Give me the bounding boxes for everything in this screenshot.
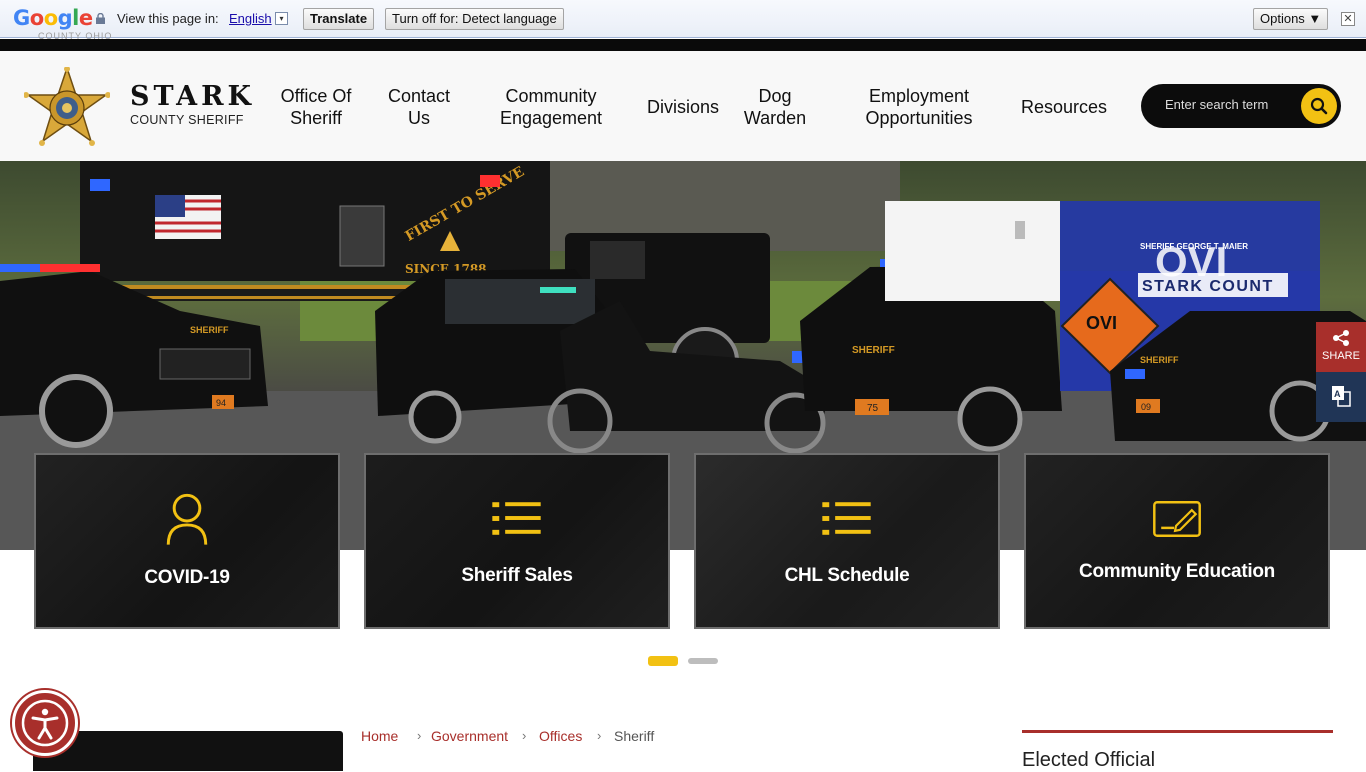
translate-side-button[interactable]: A (1316, 372, 1366, 422)
search-input[interactable] (1165, 97, 1295, 112)
brand-subtitle[interactable]: COUNTY SHERIFF (130, 113, 244, 127)
nav-office-of-sheriff[interactable]: Office Of Sheriff (270, 85, 362, 129)
nav-employment-opportunities[interactable]: Employment Opportunities (852, 85, 986, 129)
accessibility-icon (21, 699, 69, 747)
elected-official-heading: Elected Official (1022, 749, 1156, 771)
view-page-label: View this page in: (117, 11, 219, 26)
elected-divider (1022, 730, 1333, 733)
card-label: COVID-19 (144, 567, 230, 588)
nav-label: Resources (1020, 97, 1108, 117)
breadcrumb-separator: › (597, 728, 602, 743)
quicklink-sheriff-sales[interactable]: Sheriff Sales (364, 453, 670, 629)
nav-label: Contact (387, 86, 451, 106)
breadcrumb-government[interactable]: Government (431, 728, 508, 744)
card-label: Sheriff Sales (461, 565, 573, 586)
search-icon (1310, 97, 1328, 115)
ovi-county: STARK COUNT (1142, 278, 1274, 295)
card-background (1026, 455, 1328, 627)
nav-label: Sheriff (290, 108, 342, 128)
language-link[interactable]: English (229, 11, 272, 26)
nav-contact-us[interactable]: Contact Us (380, 85, 458, 129)
sheriff-text-1: SHERIFF (190, 325, 229, 335)
nav-label: Community (505, 86, 597, 106)
nav-label: Dog (758, 86, 792, 106)
sheriff-badge-logo[interactable] (24, 67, 110, 147)
search-button[interactable] (1301, 88, 1337, 124)
search-box (1141, 84, 1341, 128)
brand-title[interactable]: STARK (130, 81, 255, 112)
site-header: STARK COUNTY SHERIFF Office Of Sheriff Co… (0, 51, 1366, 161)
card-label: CHL Schedule (784, 565, 910, 586)
nav-divisions[interactable]: Divisions (640, 96, 726, 118)
language-dropdown-icon[interactable]: ▾ (275, 12, 288, 25)
carousel-dot-active[interactable] (648, 656, 678, 666)
quicklink-covid[interactable]: COVID-19 (34, 453, 340, 629)
nav-label: Us (408, 108, 430, 128)
nav-dog-warden[interactable]: Dog Warden (738, 85, 812, 129)
plate-3: 09 (1141, 402, 1151, 412)
close-icon[interactable]: ✕ (1341, 12, 1355, 26)
breadcrumb-current: Sheriff (614, 728, 655, 744)
ovi-sign: OVI (1086, 313, 1117, 333)
breadcrumb-home[interactable]: Home (361, 728, 398, 744)
sidebar-menu-box (33, 731, 343, 771)
breadcrumb-offices[interactable]: Offices (539, 728, 582, 744)
nav-label: Divisions (646, 97, 720, 117)
nav-label: Employment (868, 86, 970, 106)
person-icon (166, 493, 208, 545)
translate-icon: A (1332, 386, 1351, 407)
quicklink-community-education[interactable]: Community Education (1024, 453, 1330, 629)
top-strip (0, 39, 1366, 51)
share-label: SHARE (1322, 350, 1360, 362)
nav-label: Warden (743, 108, 807, 128)
list-icon (492, 502, 541, 535)
share-button[interactable]: SHARE (1316, 322, 1366, 372)
sheriff-text-3: SHERIFF (1140, 355, 1179, 365)
nav-label: Opportunities (865, 108, 973, 128)
breadcrumb-separator: › (417, 728, 422, 743)
google-logo: Google (13, 6, 93, 30)
plate-2: 75 (867, 403, 879, 414)
plate-1: 94 (216, 398, 226, 408)
nav-resources[interactable]: Resources (1016, 96, 1112, 118)
translate-button[interactable]: Translate (303, 8, 375, 30)
accessibility-button[interactable] (12, 690, 78, 756)
turn-off-button[interactable]: Turn off for: Detect language (385, 8, 564, 30)
edit-board-icon (1153, 500, 1201, 538)
card-background (696, 455, 998, 627)
svg-text:A: A (1334, 389, 1341, 399)
card-label: Community Education (1079, 561, 1275, 582)
translate-bar: Google View this page in: English ▾ Tran… (0, 0, 1366, 38)
list-icon (822, 502, 871, 535)
card-background (366, 455, 668, 627)
sheriff-text-2: SHERIFF (852, 345, 895, 356)
lock-icon (96, 13, 105, 24)
quicklink-chl-schedule[interactable]: CHL Schedule (694, 453, 1000, 629)
share-icon (1333, 330, 1349, 346)
strip-text: COUNTY OHIO (38, 31, 113, 41)
carousel-dot[interactable] (688, 658, 718, 664)
nav-community-engagement[interactable]: Community Engagement (493, 85, 609, 129)
options-button[interactable]: Options ▼ (1253, 8, 1329, 30)
nav-label: Office Of (280, 86, 352, 106)
nav-label: Engagement (499, 108, 603, 128)
breadcrumb-separator: › (522, 728, 527, 743)
